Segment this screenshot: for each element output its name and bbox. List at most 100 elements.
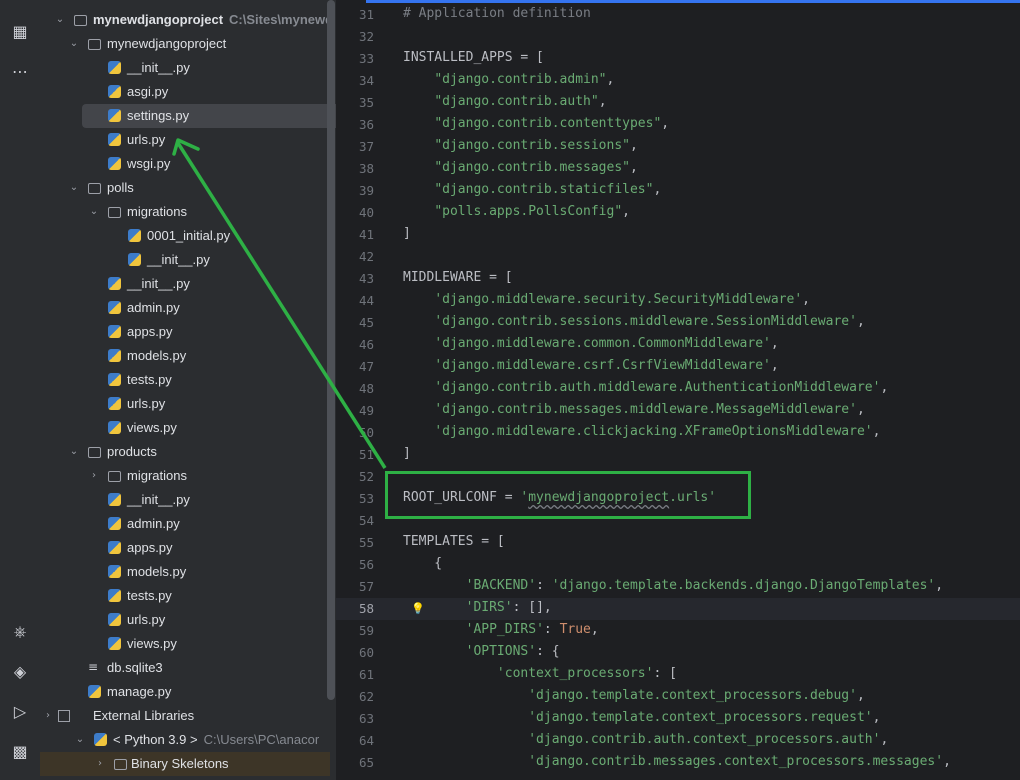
tree-item[interactable]: ⌄ mynewdjangoproject (40, 32, 330, 56)
code-text: # Application definition (403, 6, 591, 21)
tree-item[interactable]: admin.py (40, 512, 330, 536)
chevron-down-icon[interactable]: ⌄ (74, 732, 86, 748)
code-line[interactable]: 34 "django.contrib.admin", (336, 70, 1020, 92)
code-text: 'BACKEND': 'django.template.backends.dja… (465, 578, 944, 593)
code-line[interactable]: 35 "django.contrib.auth", (336, 92, 1020, 114)
python-console-icon[interactable]: ⎈ (8, 620, 32, 644)
more-icon[interactable]: ⋯ (8, 60, 32, 84)
editor-tab-indicator (366, 0, 1020, 3)
tree-item[interactable]: __init__.py (40, 248, 330, 272)
chevron-down-icon[interactable]: ⌄ (54, 12, 66, 28)
code-text: 'context_processors': [ (496, 666, 677, 681)
folder-icon (108, 471, 121, 482)
code-line[interactable]: 61 'context_processors': [ (336, 664, 1020, 686)
code-line[interactable]: 59 'APP_DIRS': True, (336, 620, 1020, 642)
code-line[interactable]: 64 'django.contrib.auth.context_processo… (336, 730, 1020, 752)
code-line[interactable]: 55 TEMPLATES = [ (336, 532, 1020, 554)
code-line[interactable]: 39 "django.contrib.staticfiles", (336, 180, 1020, 202)
tree-item[interactable]: manage.py (40, 680, 330, 704)
code-text: 'django.middleware.clickjacking.XFrameOp… (434, 424, 881, 439)
code-line[interactable]: 44 'django.middleware.security.SecurityM… (336, 290, 1020, 312)
code-line[interactable]: 45 'django.contrib.sessions.middleware.S… (336, 312, 1020, 334)
tree-item[interactable]: › migrations (40, 464, 330, 488)
python-file-icon (108, 109, 121, 122)
chevron-down-icon[interactable]: ⌄ (68, 444, 80, 460)
tree-item[interactable]: models.py (40, 344, 330, 368)
python-file-icon (108, 85, 121, 98)
code-line[interactable]: 41] (336, 224, 1020, 246)
code-line[interactable]: 46 'django.middleware.common.CommonMiddl… (336, 334, 1020, 356)
code-line[interactable]: 33 INSTALLED_APPS = [ (336, 48, 1020, 70)
tree-item[interactable]: views.py (40, 416, 330, 440)
sidebar-scrollbar[interactable] (327, 0, 335, 700)
tree-item[interactable]: models.py (40, 560, 330, 584)
tree-root[interactable]: ⌄ mynewdjangoproject C:\Sites\mynewd (40, 8, 333, 32)
chevron-right-icon[interactable]: › (42, 708, 54, 724)
chevron-down-icon[interactable]: ⌄ (68, 180, 80, 196)
code-line[interactable]: 40 "polls.apps.PollsConfig", (336, 202, 1020, 224)
code-text: "django.contrib.messages", (434, 160, 638, 175)
code-line[interactable]: 60 'OPTIONS': { (336, 642, 1020, 664)
tree-item[interactable]: tests.py (40, 368, 330, 392)
tree-external-libraries[interactable]: › External Libraries (40, 704, 330, 728)
code-line[interactable]: 38 "django.contrib.messages", (336, 158, 1020, 180)
tree-binary-skeletons[interactable]: › Binary Skeletons (40, 752, 330, 776)
tree-item[interactable]: urls.py (40, 608, 330, 632)
tree-python-sdk[interactable]: ⌄ < Python 3.9 > C:\Users\PC\anacor (40, 728, 330, 752)
tree-item[interactable]: __init__.py (40, 56, 330, 80)
code-text: 'django.contrib.sessions.middleware.Sess… (434, 314, 865, 329)
tree-item[interactable]: __init__.py (40, 488, 330, 512)
folder-icon (114, 759, 127, 770)
code-line[interactable]: 51] (336, 444, 1020, 466)
python-file-icon (108, 493, 121, 506)
code-line[interactable]: 63 'django.template.context_processors.r… (336, 708, 1020, 730)
code-line[interactable]: 50 'django.middleware.clickjacking.XFram… (336, 422, 1020, 444)
code-text: { (403, 556, 443, 571)
tree-item[interactable]: asgi.py (40, 80, 330, 104)
code-line[interactable]: 58 💡 'DIRS': [], (336, 598, 1020, 620)
tree-item[interactable]: views.py (40, 632, 330, 656)
chevron-down-icon[interactable]: ⌄ (88, 204, 100, 220)
code-editor[interactable]: 31 # Application definition 32 33 INSTALLED_… (336, 0, 1020, 780)
code-line[interactable]: 49 'django.contrib.messages.middleware.M… (336, 400, 1020, 422)
tree-item[interactable]: settings.py (82, 104, 336, 128)
code-line[interactable]: 42 (336, 246, 1020, 268)
tree-item[interactable]: apps.py (40, 320, 330, 344)
code-line[interactable]: 43 MIDDLEWARE = [ (336, 268, 1020, 290)
tree-item[interactable]: urls.py (40, 392, 330, 416)
chevron-down-icon[interactable]: ⌄ (68, 36, 80, 52)
code-line[interactable]: 31 # Application definition (336, 4, 1020, 26)
terminal-icon[interactable]: ▩ (8, 740, 32, 764)
tree-item[interactable]: ⌄ migrations (40, 200, 330, 224)
tree-item[interactable]: ≡ db.sqlite3 (40, 656, 330, 680)
code-line[interactable]: 32 (336, 26, 1020, 48)
tree-item[interactable]: ⌄ polls (40, 176, 330, 200)
layers-icon[interactable]: ◈ (8, 660, 32, 684)
chevron-right-icon[interactable]: › (88, 468, 100, 484)
tree-item[interactable]: 0001_initial.py (40, 224, 330, 248)
code-line[interactable]: 36 "django.contrib.contenttypes", (336, 114, 1020, 136)
tree-item-label: urls.py (127, 396, 166, 411)
tree-item[interactable]: apps.py (40, 536, 330, 560)
line-number: 47 (358, 359, 374, 374)
line-number: 49 (358, 403, 374, 418)
tree-item[interactable]: __init__.py (40, 272, 330, 296)
code-line[interactable]: 65 'django.contrib.messages.context_proc… (336, 752, 1020, 774)
code-line[interactable]: 37 "django.contrib.sessions", (336, 136, 1020, 158)
code-line[interactable]: 48 'django.contrib.auth.middleware.Authe… (336, 378, 1020, 400)
code-line[interactable]: 57 'BACKEND': 'django.template.backends.… (336, 576, 1020, 598)
tree-item[interactable]: urls.py (40, 128, 330, 152)
code-line[interactable]: 47 'django.middleware.csrf.CsrfViewMiddl… (336, 356, 1020, 378)
chevron-right-icon[interactable]: › (94, 756, 106, 772)
tree-item[interactable]: wsgi.py (40, 152, 330, 176)
run-icon[interactable]: ▷ (8, 700, 32, 724)
code-line[interactable]: 62 'django.template.context_processors.d… (336, 686, 1020, 708)
tree-item[interactable]: ⌄ products (40, 440, 330, 464)
structure-icon[interactable]: ▦ (8, 20, 32, 44)
line-number: 53 (358, 491, 374, 506)
code-line[interactable]: 56 { (336, 554, 1020, 576)
python-sdk-path: C:\Users\PC\anacor (203, 732, 320, 747)
tree-item[interactable]: tests.py (40, 584, 330, 608)
code-text: 'django.contrib.messages.middleware.Mess… (434, 402, 865, 417)
tree-item[interactable]: admin.py (40, 296, 330, 320)
